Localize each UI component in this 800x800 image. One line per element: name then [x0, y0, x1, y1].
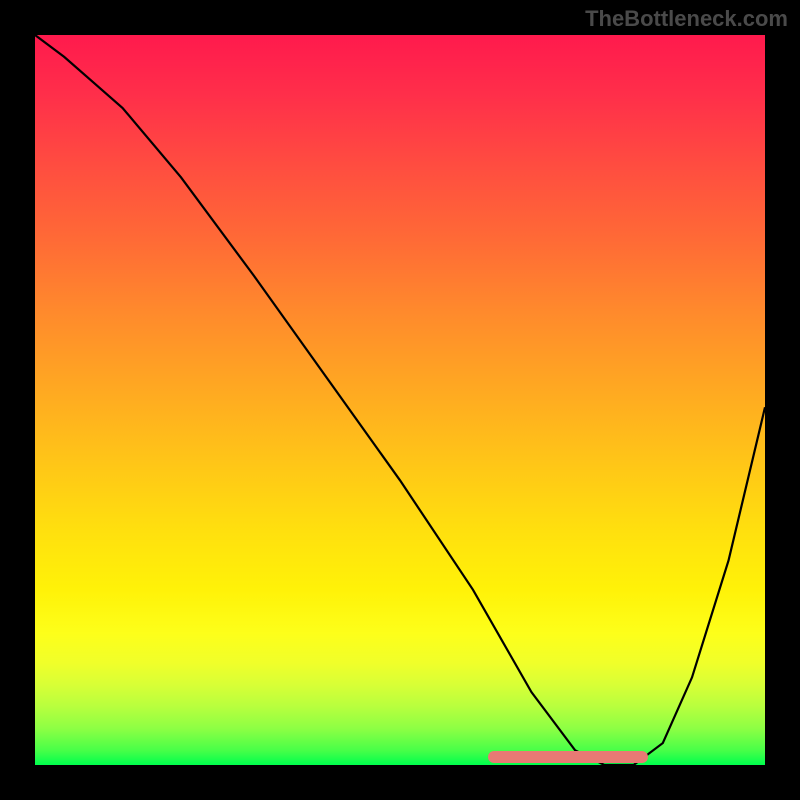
- chart-plot-area: [35, 35, 765, 765]
- optimal-range-marker: [488, 751, 649, 763]
- watermark-text: TheBottleneck.com: [585, 6, 788, 32]
- bottleneck-curve: [35, 35, 765, 765]
